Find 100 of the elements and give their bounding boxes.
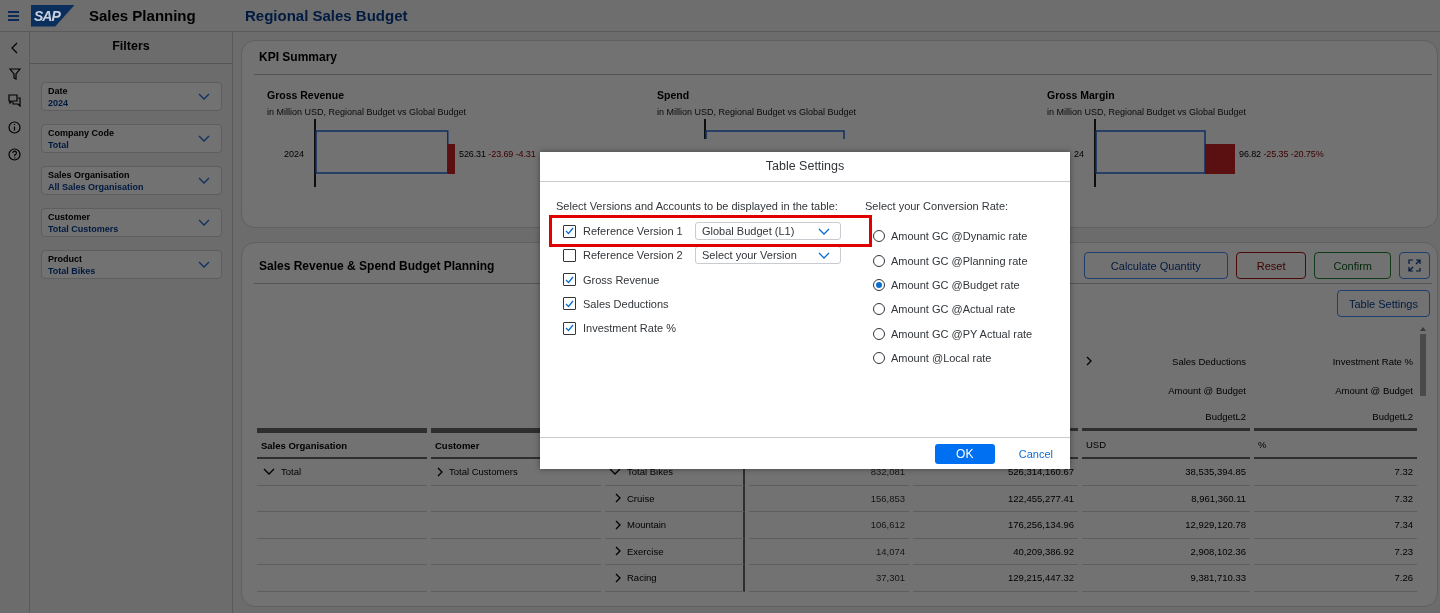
column-header: BudgetL2	[1205, 410, 1246, 422]
filter-dropdown[interactable]: Company Code Total	[41, 124, 222, 153]
filter-dropdown[interactable]: Product Total Bikes	[41, 250, 222, 279]
table-cell: 526,314,160.67	[1007, 466, 1074, 478]
chevron-right-icon[interactable]	[615, 546, 621, 557]
dialog-title: Table Settings	[540, 152, 1070, 182]
column-header: Customer	[435, 439, 480, 451]
table-cell: 122,455,277.41	[1007, 492, 1074, 504]
filter-value: Total Customers	[48, 223, 119, 234]
fullscreen-icon	[1408, 259, 1421, 272]
table-cell: 832,081	[870, 466, 905, 478]
filter-dropdown[interactable]: Date 2024	[41, 82, 222, 111]
filter-value: Total	[48, 139, 70, 150]
menu-icon[interactable]	[8, 10, 19, 21]
card-title: Sales Revenue & Spend Budget Planning	[259, 258, 495, 273]
table-cell: 40,209,386.92	[1013, 545, 1074, 557]
delta-label: -25.35	[1263, 149, 1289, 159]
cancel-link[interactable]: Cancel	[1018, 447, 1053, 460]
filter-dropdown[interactable]: Customer Total Customers	[41, 208, 222, 237]
filter-value: All Sales Organisation	[48, 181, 144, 192]
value-label: 96.82	[1239, 149, 1262, 159]
logo: SAP	[31, 4, 75, 27]
filter-label: Date	[48, 85, 69, 96]
table-cell: 106,612	[870, 519, 905, 531]
scroll-up-icon[interactable]	[1420, 327, 1426, 331]
checkbox[interactable]	[563, 248, 576, 262]
table-cell: 7.23	[1394, 545, 1413, 557]
chat-icon[interactable]	[8, 94, 21, 107]
fullscreen-button[interactable]	[1399, 252, 1430, 279]
chevron-right-icon[interactable]	[615, 493, 621, 504]
tree-node-label: Exercise	[627, 545, 664, 557]
column-header: Sales Organisation	[261, 439, 348, 451]
checkbox[interactable]	[563, 273, 576, 287]
column-header: Investment Rate %	[1332, 355, 1413, 367]
chart-title: Spend	[657, 89, 691, 101]
info-icon[interactable]	[8, 121, 21, 134]
chevron-right-icon[interactable]	[615, 519, 621, 530]
table-cell: 37,301	[875, 572, 905, 584]
radio-label: Amount GC @PY Actual rate	[891, 327, 1033, 340]
checkbox[interactable]	[563, 224, 576, 238]
table-cell: 7.32	[1394, 466, 1413, 478]
option-label: Sales Deductions	[583, 297, 670, 310]
column-header: Sales Deductions	[1172, 355, 1246, 367]
chart-subtitle: in Million USD, Regional Budget vs Global Budget	[1047, 107, 1248, 117]
table-cell: 14,074	[875, 545, 905, 557]
option-label: Investment Rate %	[583, 322, 677, 335]
table-cell: 38,535,394.85	[1185, 466, 1246, 478]
checkbox[interactable]	[563, 321, 576, 335]
column-header: Amount @ Budget	[1335, 384, 1413, 396]
table-cell: 8,961,360.11	[1191, 492, 1246, 504]
value-label: 526.31	[459, 149, 486, 159]
tree-node-label: Mountain	[627, 519, 667, 531]
help-icon[interactable]	[8, 148, 21, 161]
panel-title: Filters	[30, 32, 232, 64]
table-cell: 156,853	[870, 492, 905, 504]
checkbox[interactable]	[563, 297, 576, 311]
section-label: Select Versions and Accounts to be displayed in the table:	[556, 200, 839, 212]
card-title: KPI Summary	[258, 49, 339, 66]
filter-label: Customer	[48, 211, 91, 222]
tree-node-label: Total	[281, 466, 302, 478]
filter-icon[interactable]	[8, 68, 21, 80]
page-title: Regional Sales Budget	[245, 7, 408, 24]
toolbar-button[interactable]: Calculate Quantity	[1083, 252, 1228, 279]
option-label: Reference Version 1	[583, 225, 684, 237]
chart-subtitle: in Million USD, Regional Budget vs Global Budget	[267, 107, 468, 117]
radio-label: Amount GC @Actual rate	[891, 303, 1016, 316]
table-cell: 7.26	[1394, 572, 1413, 584]
radio-label: Amount GC @Planning rate	[891, 254, 1028, 267]
filter-dropdown[interactable]: Sales Organisation All Sales Organisation	[41, 166, 222, 195]
toolbar-button[interactable]: Reset	[1235, 252, 1307, 279]
version-select[interactable]: Select your Version	[695, 246, 841, 265]
table-cell: 129,215,447.32	[1007, 572, 1074, 584]
delta-percent-label: -20.75%	[1290, 149, 1324, 159]
unit-label: %	[1258, 438, 1267, 450]
table-cell: 7.34	[1394, 519, 1413, 531]
chart-title: Gross Revenue	[267, 89, 346, 101]
app-title: Sales Planning	[89, 7, 197, 24]
chevron-right-icon[interactable]	[1086, 356, 1092, 366]
chevron-right-icon[interactable]	[437, 466, 443, 477]
table-settings-button[interactable]: Table Settings	[1336, 290, 1430, 317]
back-icon[interactable]	[10, 42, 19, 54]
axis-label: 24	[1074, 149, 1084, 159]
version-select[interactable]: Global Budget (L1)	[695, 222, 841, 240]
table-cell: 9,381,710.33	[1190, 572, 1246, 584]
delta-label: -23.69	[488, 149, 514, 159]
toolbar-button[interactable]: Confirm	[1314, 252, 1391, 279]
tree-node-label: Racing	[627, 572, 657, 584]
filter-label: Company Code	[48, 127, 114, 138]
filter-label: Product	[48, 253, 83, 264]
axis-label: 2024	[283, 149, 304, 159]
radio-label: Amount GC @Dynamic rate	[891, 230, 1028, 243]
filter-label: Sales Organisation	[48, 169, 131, 180]
option-label: Reference Version 2	[583, 249, 684, 262]
radio-label: Amount GC @Budget rate	[891, 278, 1020, 291]
filter-value: 2024	[48, 97, 69, 108]
chevron-right-icon[interactable]	[615, 572, 621, 583]
unit-label: USD	[1086, 438, 1107, 450]
filter-value: Total Bikes	[48, 265, 96, 276]
chart-subtitle: in Million USD, Regional Budget vs Global Budget	[657, 107, 858, 117]
ok-button[interactable]: OK	[934, 443, 995, 464]
